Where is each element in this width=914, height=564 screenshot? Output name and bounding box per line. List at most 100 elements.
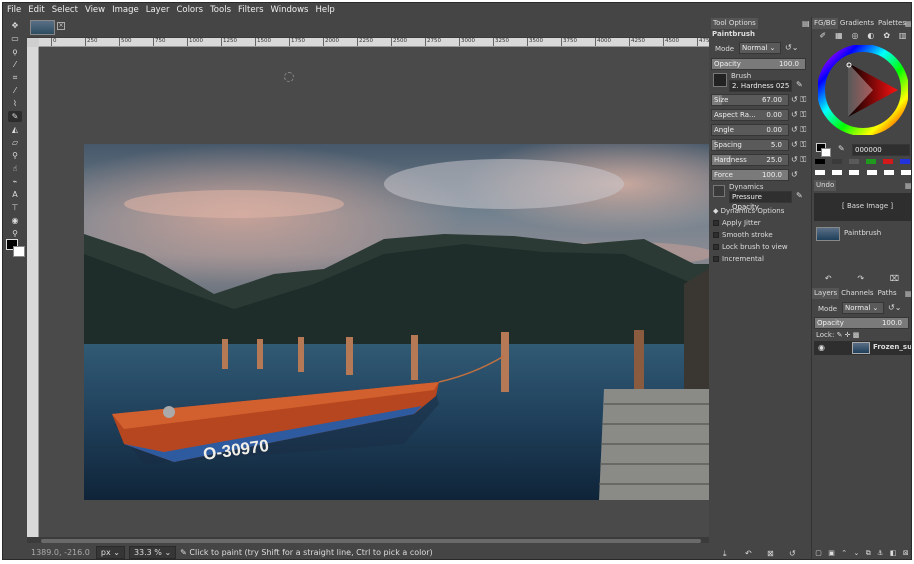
- lock-position-icon[interactable]: ✛: [845, 331, 851, 339]
- size-slider[interactable]: Size 67.00: [711, 94, 789, 106]
- cmyk-icon[interactable]: ▦: [835, 31, 843, 43]
- reset-options-icon[interactable]: ↺: [789, 549, 796, 558]
- delete-layer-icon[interactable]: ⊠: [903, 549, 909, 558]
- lower-icon[interactable]: ⌄: [853, 549, 859, 558]
- palette-swatch[interactable]: [883, 159, 893, 164]
- unit-select[interactable]: px ⌄: [95, 545, 125, 559]
- spacing-slider[interactable]: Spacing 5.0: [711, 139, 789, 151]
- fg-bg-colors[interactable]: [6, 239, 26, 259]
- layers-mode-select[interactable]: Normal ⌄: [842, 302, 884, 314]
- reset-force-icon[interactable]: ↺: [791, 170, 798, 179]
- palette-swatch[interactable]: [866, 159, 876, 164]
- menu-tools[interactable]: Tools: [210, 5, 231, 15]
- palette-swatch[interactable]: [849, 159, 859, 164]
- tab-gradients[interactable]: Gradients: [838, 18, 876, 29]
- menu-colors[interactable]: Colors: [176, 5, 203, 15]
- layers-menu-icon[interactable]: ▤: [905, 289, 911, 298]
- lasso-icon[interactable]: ϙ: [8, 46, 22, 57]
- tab-paths[interactable]: Paths: [876, 288, 899, 299]
- lock-brush-checkbox[interactable]: Lock brush to view: [713, 243, 788, 251]
- bucket-icon[interactable]: ◭: [8, 124, 22, 135]
- tab-undo[interactable]: Undo: [814, 180, 837, 191]
- scales-icon[interactable]: ▥: [899, 31, 907, 43]
- layers-reset-icon[interactable]: ↺⌄: [888, 303, 901, 312]
- palette-swatch[interactable]: [815, 159, 825, 164]
- canvas[interactable]: O-30970: [39, 47, 717, 537]
- delete-options-icon[interactable]: ⊠: [767, 549, 774, 558]
- restore-options-icon[interactable]: ↶: [745, 549, 752, 558]
- eyedropper-icon[interactable]: ⁄: [8, 85, 22, 96]
- vertical-ruler[interactable]: [27, 47, 39, 537]
- menu-select[interactable]: Select: [52, 5, 78, 15]
- layer-row[interactable]: ◉ Frozen_sun: [814, 341, 911, 355]
- aspect-slider[interactable]: Aspect Ra... 0.00: [711, 109, 789, 121]
- photo-image[interactable]: O-30970: [84, 144, 717, 500]
- watercolor-icon[interactable]: ✿: [883, 31, 890, 43]
- menu-help[interactable]: Help: [315, 5, 334, 15]
- incremental-checkbox[interactable]: Incremental: [713, 255, 764, 263]
- angle-slider[interactable]: Angle 0.00: [711, 124, 789, 136]
- menu-view[interactable]: View: [85, 5, 105, 15]
- reset-hardness-icon[interactable]: ↺ ⚿: [791, 155, 806, 165]
- undo-menu-icon[interactable]: ▤: [905, 181, 911, 190]
- lock-alpha-icon[interactable]: ▩: [853, 331, 860, 339]
- palette-swatch[interactable]: [900, 159, 910, 164]
- edit-dynamics-icon[interactable]: ✎: [796, 191, 803, 200]
- path-icon[interactable]: ⌁: [8, 176, 22, 187]
- fuzzy-select-icon[interactable]: ⁄: [8, 59, 22, 70]
- edit-brush-icon[interactable]: ✎: [796, 80, 803, 89]
- menu-filters[interactable]: Filters: [238, 5, 263, 15]
- reset-angle-icon[interactable]: ↺ ⚿: [791, 125, 806, 135]
- apply-jitter-checkbox[interactable]: Apply Jitter: [713, 219, 761, 227]
- force-slider[interactable]: Force 100.0: [711, 169, 789, 181]
- menu-edit[interactable]: Edit: [28, 5, 44, 15]
- triangle-icon[interactable]: ◐: [867, 31, 874, 43]
- menu-layer[interactable]: Layer: [146, 5, 170, 15]
- eraser-icon[interactable]: ▱: [8, 137, 22, 148]
- undo-icon[interactable]: ↶: [825, 274, 832, 283]
- horizontal-ruler[interactable]: 0 250 500 750 1000 1250 1500 1750 2000 2250 2500 27…: [39, 38, 709, 47]
- mode-select[interactable]: Normal ⌄: [739, 42, 781, 54]
- opacity-slider[interactable]: Opacity 100.0: [711, 58, 806, 70]
- reset-aspect-icon[interactable]: ↺ ⚿: [791, 110, 806, 120]
- color-picker-icon[interactable]: ✎: [838, 144, 845, 153]
- dynamics-icon[interactable]: [713, 185, 725, 197]
- reset-mode-icon[interactable]: ↺⌄: [785, 43, 798, 52]
- image-tab-thumbnail[interactable]: [30, 20, 55, 35]
- zoom-select[interactable]: 33.3 % ⌄: [128, 545, 177, 559]
- circle-icon[interactable]: ◎: [852, 31, 859, 43]
- anchor-icon[interactable]: ⚓: [877, 549, 883, 558]
- dynamics-options-expander[interactable]: ◆ Dynamics Options: [713, 207, 784, 215]
- close-icon[interactable]: ×: [57, 22, 65, 30]
- hardness-slider[interactable]: Hardness 25.0: [711, 154, 789, 166]
- move-tool-icon[interactable]: ✥: [8, 20, 22, 31]
- save-options-icon[interactable]: ⤓: [723, 549, 727, 559]
- background-color[interactable]: [13, 246, 25, 257]
- brush-name[interactable]: 2. Hardness 025: [729, 80, 792, 92]
- paintbrush-tool-icon[interactable]: ✎: [8, 111, 22, 122]
- hex-input[interactable]: 000000: [852, 144, 910, 156]
- color-wheel[interactable]: [818, 45, 908, 135]
- new-group-icon[interactable]: ▣: [828, 549, 835, 558]
- warp-icon[interactable]: ⌇: [8, 98, 22, 109]
- smudge-icon[interactable]: ☝: [8, 163, 22, 174]
- bg-swatch[interactable]: [821, 148, 831, 157]
- clone-icon[interactable]: ⚲: [8, 150, 22, 161]
- panel-menu-icon[interactable]: ▤: [802, 19, 810, 28]
- undo-base-row[interactable]: [ Base Image ]: [814, 193, 911, 221]
- menu-image[interactable]: Image: [112, 5, 139, 15]
- layers-opacity-slider[interactable]: Opacity 100.0: [814, 317, 909, 329]
- smooth-stroke-checkbox[interactable]: Smooth stroke: [713, 231, 773, 239]
- tab-tool-options[interactable]: Tool Options: [711, 18, 758, 29]
- clear-history-icon[interactable]: ⌧: [890, 274, 899, 283]
- crop-icon[interactable]: ⌗: [8, 72, 22, 83]
- transform-icon[interactable]: ⊤: [8, 202, 22, 213]
- menu-windows[interactable]: Windows: [271, 5, 309, 15]
- duplicate-icon[interactable]: ⧉: [866, 549, 871, 558]
- dock-menu-icon[interactable]: ▤: [905, 19, 911, 28]
- rect-select-icon[interactable]: ▭: [8, 33, 22, 44]
- brush-preview[interactable]: [713, 73, 727, 87]
- dodge-icon[interactable]: ◉: [8, 215, 22, 226]
- ruler-corner[interactable]: [27, 38, 39, 47]
- reset-size-icon[interactable]: ↺ ⚿: [791, 95, 806, 105]
